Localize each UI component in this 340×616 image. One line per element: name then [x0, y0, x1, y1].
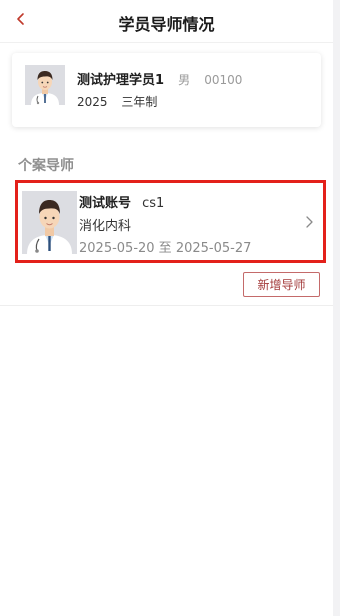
mentor-avatar: [22, 191, 77, 254]
add-mentor-button[interactable]: 新增导师: [243, 272, 320, 297]
student-year: 2025: [77, 95, 108, 109]
student-meta-row: 2025 三年制: [77, 93, 157, 110]
mentor-account: cs1: [142, 196, 165, 211]
mentor-name: 测试账号: [79, 196, 132, 211]
mentor-section-title: 个案导师: [18, 158, 74, 174]
student-program: 三年制: [121, 95, 158, 109]
mentor-name-row: 测试账号 cs1: [79, 192, 164, 211]
student-avatar: [25, 65, 65, 105]
mentor-card[interactable]: 测试账号 cs1 消化内科 2025-05-20 至 2025-05-27: [15, 180, 326, 263]
student-gender: 男: [178, 73, 191, 87]
divider: [0, 305, 333, 306]
doctor-avatar-icon: [25, 65, 65, 105]
mentor-date-range: 2025-05-20 至 2025-05-27: [79, 241, 252, 256]
student-name-row: 测试护理学员1 男 00100: [77, 69, 242, 88]
student-info-card: 测试护理学员1 男 00100 2025 三年制: [12, 53, 321, 127]
mentor-department: 消化内科: [79, 219, 132, 234]
student-id: 00100: [204, 73, 243, 87]
top-nav-bar: 学员导师情况: [0, 0, 333, 43]
chevron-right-icon: [306, 216, 313, 228]
scrollbar-track: [333, 0, 340, 616]
doctor-avatar-icon: [22, 191, 77, 254]
student-name: 测试护理学员1: [77, 73, 165, 88]
page-title: 学员导师情况: [118, 15, 215, 34]
